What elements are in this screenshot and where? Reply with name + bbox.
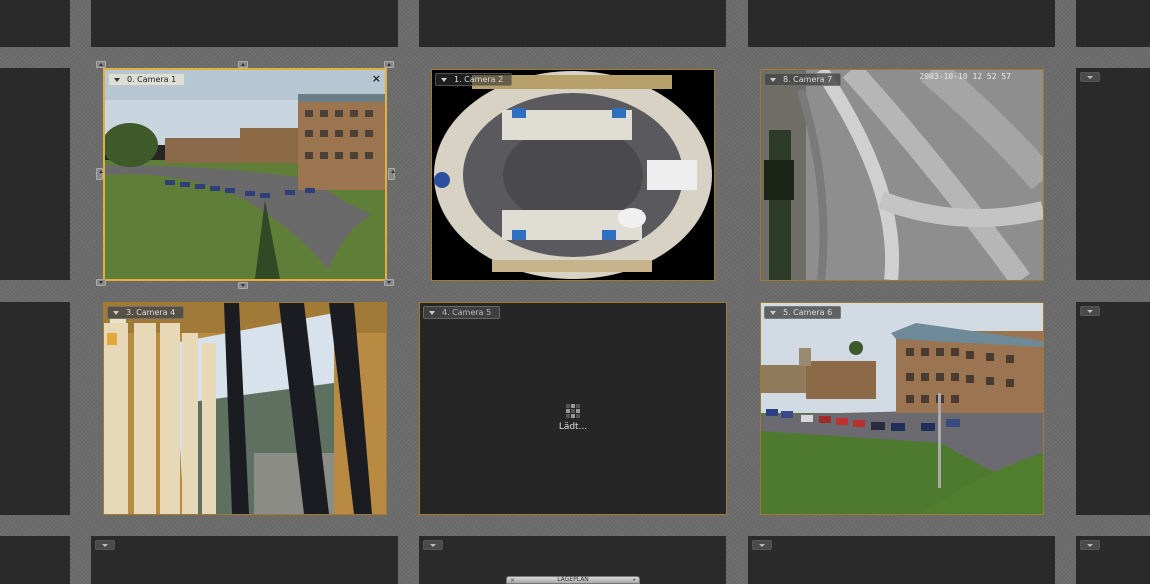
camera-7-timestamp: 2003-10-10 12 52 57 (919, 72, 1011, 81)
chevron-down-icon[interactable] (429, 311, 435, 315)
tile-menu-button[interactable] (1080, 306, 1100, 316)
camera-tile-5[interactable]: 4. Camera 5 Lädt... (419, 302, 727, 515)
camera-tile-1[interactable]: 0. Camera 1 × (103, 68, 387, 281)
loading-text: Lädt... (558, 422, 588, 432)
camera-4-label: 3. Camera 4 (126, 308, 176, 317)
camera-4-title-tab[interactable]: 3. Camera 4 (107, 306, 185, 319)
camera-6-feed (761, 303, 1043, 514)
camera-6-title-tab[interactable]: 5. Camera 6 (764, 306, 842, 319)
ghost-tile-bottom-left (0, 536, 70, 584)
chevron-down-icon[interactable] (114, 78, 120, 82)
ghost-tile-left-2 (0, 302, 70, 515)
camera-4-feed (104, 303, 386, 514)
camera-1-feed (105, 70, 385, 279)
loading-indicator: Lädt... (420, 393, 726, 432)
tile-menu-button[interactable] (95, 540, 115, 550)
ghost-tile-bottom-1[interactable] (91, 536, 398, 584)
ghost-tile-right-2[interactable] (1076, 302, 1150, 515)
camera-5-title-tab[interactable]: 4. Camera 5 (423, 306, 501, 319)
camera-1-title-tab[interactable]: 0. Camera 1 (108, 73, 186, 86)
resize-handle-bottom-left[interactable] (96, 279, 106, 286)
tile-menu-button[interactable] (752, 540, 772, 550)
camera-5-label: 4. Camera 5 (442, 308, 492, 317)
ghost-tile-right-1[interactable] (1076, 68, 1150, 280)
drawer-tab-label: LAGEPLAN (557, 576, 589, 583)
chevron-down-icon[interactable] (770, 311, 776, 315)
resize-handle-right[interactable] (388, 168, 395, 180)
chevron-down-icon[interactable] (441, 78, 447, 82)
resize-handle-top-right[interactable] (384, 61, 394, 68)
tile-menu-button[interactable] (1080, 540, 1100, 550)
resize-handle-top[interactable] (238, 61, 248, 68)
ghost-tile-top-right (1076, 0, 1150, 47)
camera-tile-4[interactable]: 3. Camera 4 (103, 302, 387, 515)
camera-6-label: 5. Camera 6 (783, 308, 833, 317)
camera-tile-2[interactable]: 1. Camera 2 (431, 69, 715, 281)
chevron-down-icon[interactable] (113, 311, 119, 315)
camera-7-title-tab[interactable]: 8. Camera 7 (764, 73, 842, 86)
ghost-tile-bottom-right[interactable] (1076, 536, 1150, 584)
camera-2-title-tab[interactable]: 1. Camera 2 (435, 73, 513, 86)
loading-spinner-icon (566, 404, 580, 418)
close-icon[interactable]: × (372, 72, 381, 85)
resize-handle-bottom-right[interactable] (384, 279, 394, 286)
ghost-tile-top-2 (419, 0, 726, 47)
drawer-left-mark: × (510, 577, 516, 584)
drawer-right-mark: • (632, 577, 636, 584)
resize-handle-left[interactable] (96, 168, 103, 180)
camera-7-feed (761, 70, 1043, 280)
resize-handle-bottom[interactable] (238, 282, 248, 289)
ghost-tile-bottom-3[interactable] (748, 536, 1055, 584)
map-drawer-tab[interactable]: × LAGEPLAN • (506, 576, 640, 584)
ghost-tile-top-3 (748, 0, 1055, 47)
tile-menu-button[interactable] (1080, 72, 1100, 82)
camera-tile-6[interactable]: 5. Camera 6 (760, 302, 1044, 515)
ghost-tile-left-1 (0, 68, 70, 280)
ghost-tile-top-left (0, 0, 70, 47)
camera-2-label: 1. Camera 2 (454, 75, 504, 84)
camera-tile-7[interactable]: 8. Camera 7 2003-10-10 12 52 57 (760, 69, 1044, 281)
ghost-tile-top-1 (91, 0, 398, 47)
resize-handle-top-left[interactable] (96, 61, 106, 68)
camera-2-feed (432, 70, 714, 280)
tile-menu-button[interactable] (423, 540, 443, 550)
camera-7-label: 8. Camera 7 (783, 75, 833, 84)
camera-1-label: 0. Camera 1 (127, 75, 177, 84)
chevron-down-icon[interactable] (770, 78, 776, 82)
